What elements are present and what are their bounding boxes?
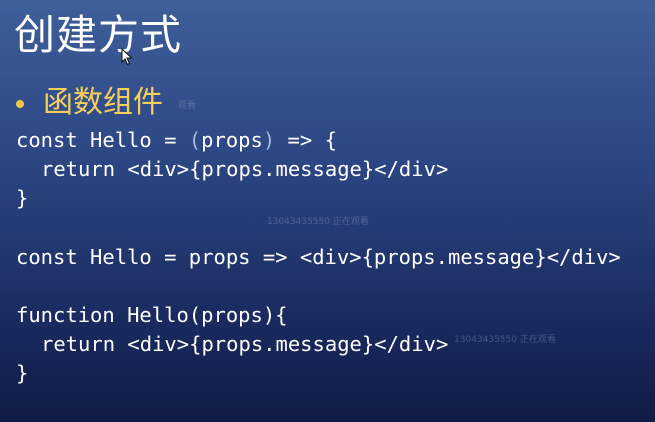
bullet-item: 函数组件 — [16, 82, 163, 124]
code-token: return <div>{props.message}</div> — [41, 332, 449, 356]
watermark-text: 13043435550 正在观看 — [454, 335, 556, 345]
code-block-function-declaration: function Hello(props){ return <div>{props… — [16, 301, 448, 388]
slide-title: 创建方式 — [14, 11, 182, 59]
code-token: const Hello = — [16, 128, 189, 152]
code-token: props — [201, 128, 263, 152]
code-paren: ) — [262, 128, 276, 152]
code-line: return <div>{props.message}</div> — [16, 155, 448, 184]
code-line: } — [16, 186, 29, 210]
code-line: const Hello = (props) => { — [16, 126, 448, 155]
code-token: return <div>{props.message}</div> — [41, 157, 449, 181]
code-paren: ( — [188, 128, 202, 152]
watermark-text: 观看 — [178, 101, 197, 111]
bullet-dot-icon — [16, 100, 24, 108]
code-block-concise-arrow: const Hello = props => <div>{props.messa… — [16, 243, 621, 272]
code-line: function Hello(props){ — [16, 303, 288, 327]
mouse-pointer-icon — [121, 48, 133, 66]
code-line: } — [16, 361, 29, 385]
watermark-text: 13043435550 正在观看 — [267, 217, 369, 227]
code-line: return <div>{props.message}</div> — [16, 330, 448, 359]
bullet-text: 函数组件 — [43, 85, 163, 120]
slide: 创建方式 函数组件 观看 const Hello = (props) => {r… — [0, 0, 655, 422]
code-token: => { — [275, 128, 337, 152]
code-line: const Hello = props => <div>{props.messa… — [16, 245, 621, 269]
code-block-arrow-function: const Hello = (props) => {return <div>{p… — [16, 126, 448, 213]
